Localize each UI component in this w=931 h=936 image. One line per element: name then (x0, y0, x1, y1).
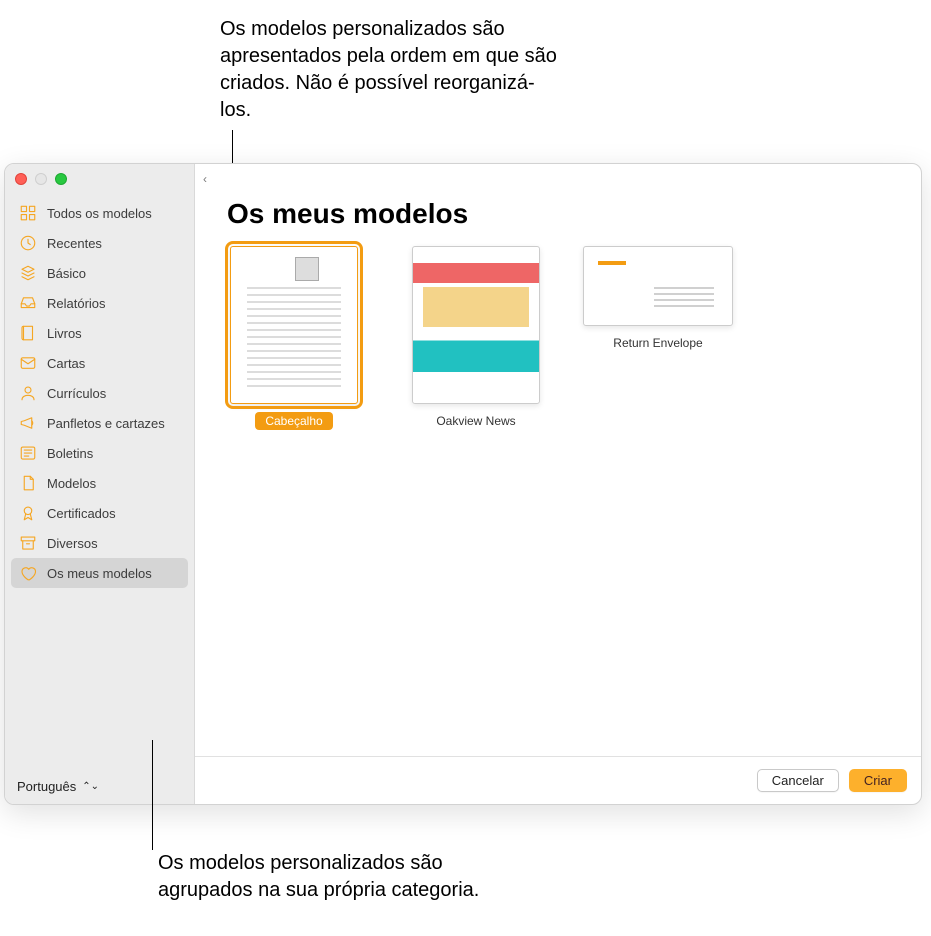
sidebar-item-básico[interactable]: Básico (11, 258, 188, 288)
language-label: Português (17, 779, 76, 794)
sidebar-item-recentes[interactable]: Recentes (11, 228, 188, 258)
sidebar-item-label: Básico (47, 266, 86, 281)
template-oakview-news[interactable]: Oakview News (401, 246, 551, 430)
stack-icon (19, 264, 37, 282)
callout-bottom-leader (152, 740, 153, 850)
create-button[interactable]: Criar (849, 769, 907, 792)
inbox-icon (19, 294, 37, 312)
sidebar-item-cartas[interactable]: Cartas (11, 348, 188, 378)
sidebar-item-diversos[interactable]: Diversos (11, 528, 188, 558)
template-thumbnail (583, 246, 733, 326)
sidebar-item-label: Panfletos e cartazes (47, 416, 165, 431)
titlebar (5, 164, 194, 194)
template-thumbnail (230, 246, 358, 404)
sidebar-item-label: Currículos (47, 386, 106, 401)
sidebar-item-label: Certificados (47, 506, 116, 521)
sidebar-item-certificados[interactable]: Certificados (11, 498, 188, 528)
mail-icon (19, 354, 37, 372)
sidebar-item-label: Diversos (47, 536, 98, 551)
template-return-envelope[interactable]: Return Envelope (583, 246, 733, 352)
archive-icon (19, 534, 37, 552)
close-icon[interactable] (15, 173, 27, 185)
sidebar-item-label: Todos os modelos (47, 206, 152, 221)
sidebar-item-currículos[interactable]: Currículos (11, 378, 188, 408)
sidebar-item-label: Recentes (47, 236, 102, 251)
template-thumbnail (412, 246, 540, 404)
book-icon (19, 324, 37, 342)
clock-icon (19, 234, 37, 252)
template-label: Oakview News (426, 412, 525, 430)
person-icon (19, 384, 37, 402)
sidebar-item-boletins[interactable]: Boletins (11, 438, 188, 468)
sidebar-item-os-meus-modelos[interactable]: Os meus modelos (11, 558, 188, 588)
sidebar-item-livros[interactable]: Livros (11, 318, 188, 348)
language-selector[interactable]: Português ⌃⌄ (5, 769, 194, 804)
sidebar-item-label: Relatórios (47, 296, 106, 311)
collapse-sidebar-icon[interactable]: ‹ (203, 172, 207, 186)
callout-bottom-text: Os modelos personalizados são agrupados … (158, 850, 498, 904)
cancel-button[interactable]: Cancelar (757, 769, 839, 792)
sidebar-item-relatórios[interactable]: Relatórios (11, 288, 188, 318)
news-icon (19, 444, 37, 462)
zoom-icon[interactable] (55, 173, 67, 185)
grid-icon (19, 204, 37, 222)
page-title: Os meus modelos (195, 164, 921, 238)
template-gallery: Cabeçalho Oakview News Return Envelope (195, 238, 921, 756)
sidebar: Todos os modelos Recentes Básico Relatórios… (5, 164, 195, 804)
callout-top-text: Os modelos personalizados são apresentad… (220, 16, 560, 124)
doc-icon (19, 474, 37, 492)
sidebar-item-todos-os-modelos[interactable]: Todos os modelos (11, 198, 188, 228)
chevron-updown-icon: ⌃⌄ (82, 781, 99, 792)
sidebar-item-modelos[interactable]: Modelos (11, 468, 188, 498)
ribbon-icon (19, 504, 37, 522)
sidebar-item-label: Boletins (47, 446, 93, 461)
sidebar-item-label: Os meus modelos (47, 566, 152, 581)
template-label: Return Envelope (603, 334, 712, 352)
bottom-bar: Cancelar Criar (195, 756, 921, 804)
main-area: ‹ Os meus modelos Cabeçalho Oakview News R… (195, 164, 921, 804)
minimize-icon[interactable] (35, 173, 47, 185)
sidebar-item-label: Modelos (47, 476, 96, 491)
sidebar-item-label: Livros (47, 326, 82, 341)
template-label: Cabeçalho (255, 412, 332, 430)
sidebar-item-panfletos-e-cartazes[interactable]: Panfletos e cartazes (11, 408, 188, 438)
template-chooser-window: Todos os modelos Recentes Básico Relatórios… (4, 163, 922, 805)
sidebar-item-label: Cartas (47, 356, 85, 371)
category-list: Todos os modelos Recentes Básico Relatórios… (5, 194, 194, 769)
heart-icon (19, 564, 37, 582)
megaphone-icon (19, 414, 37, 432)
template-cabeçalho[interactable]: Cabeçalho (219, 246, 369, 430)
